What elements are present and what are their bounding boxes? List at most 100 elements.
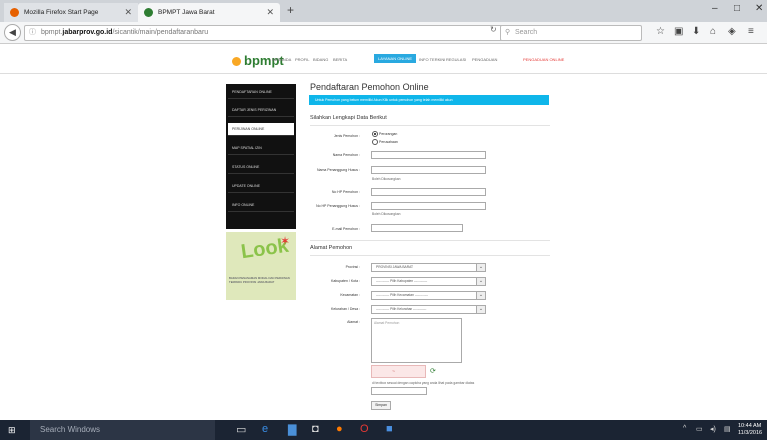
captcha-note: di textbox sesuai dengan captcha yang an…: [372, 381, 475, 385]
radio-perorangan[interactable]: Perorangan: [372, 131, 397, 137]
section-title-alamat: Alamat Pemohon: [310, 245, 353, 251]
pocket-icon[interactable]: ◈: [728, 26, 736, 37]
date: 11/3/2016: [738, 430, 763, 436]
download-icon[interactable]: ⬇: [692, 26, 700, 37]
chevron-up-icon[interactable]: ^: [683, 425, 686, 432]
taskbar-search[interactable]: Search Windows: [30, 420, 215, 440]
nav-beranda[interactable]: BERANDA: [272, 57, 291, 62]
menu-icon[interactable]: ≡: [748, 26, 754, 37]
time: 10:44 AM: [738, 423, 762, 429]
provinsi-label: Provinsi :: [345, 265, 360, 269]
chevron-down-icon: ⌄: [476, 264, 485, 271]
url-bar[interactable]: ⓘ bpmpt.jabarprov.go.id/sicantik/main/pe…: [24, 25, 504, 41]
penanggung-note: Boleh Dikosongkan: [372, 177, 401, 181]
sidebar-item-info[interactable]: INFO ONLINE: [228, 199, 294, 212]
file-explorer-icon[interactable]: ▇: [288, 423, 296, 436]
sidebar-item-map[interactable]: MAP SPATIAL IZIN: [228, 142, 294, 155]
hp-pj-label: No HP Penanggung Husus :: [316, 204, 360, 208]
bookmark-star-icon[interactable]: ☆: [656, 26, 665, 37]
logo-mark-icon: [232, 57, 241, 67]
browser-nav-bar: ◀ ⓘ bpmpt.jabarprov.go.id/sicantik/main/…: [0, 22, 767, 44]
maximize-button[interactable]: □: [734, 3, 740, 14]
task-view-icon[interactable]: ▭: [236, 423, 246, 436]
minimize-button[interactable]: –: [712, 3, 718, 14]
search-icon: ⚲: [505, 29, 511, 36]
search-placeholder: Search: [515, 29, 538, 36]
chevron-down-icon: ⌄: [476, 292, 485, 299]
tab-firefox-start[interactable]: Mozilla Firefox Start Page ✕: [4, 3, 138, 22]
section-title-data: Silahkan Lengkapi Data Berikut: [310, 115, 387, 121]
hp-field[interactable]: [371, 188, 486, 196]
email-field[interactable]: [371, 224, 463, 232]
info-banner[interactable]: Untuk Pemohon yang belum memiliki Akun K…: [309, 95, 549, 105]
sidebar-item-perijinan[interactable]: PERIJINAN ONLINE: [228, 123, 294, 136]
close-tab-icon[interactable]: ✕: [124, 3, 132, 22]
url-path: /sicantik/main/pendaftaranbaru: [112, 29, 209, 36]
close-tab-icon[interactable]: ✕: [266, 3, 274, 22]
firefox-icon: [10, 8, 19, 17]
new-tab-button[interactable]: +: [287, 3, 294, 17]
alamat-label: Alamat :: [347, 320, 360, 324]
opera-icon[interactable]: O: [360, 423, 369, 435]
sidebar-item-update[interactable]: UPDATE ONLINE: [228, 180, 294, 193]
refresh-captcha-icon[interactable]: ⟳: [430, 367, 436, 375]
captcha-image: ~: [371, 365, 426, 378]
home-icon[interactable]: ⌂: [710, 26, 716, 37]
captcha-input[interactable]: [371, 387, 427, 395]
nav-info-terkini[interactable]: INFO TERKINI: [419, 57, 445, 62]
volume-icon[interactable]: ◂): [710, 425, 716, 433]
nav-pengaduan-online[interactable]: PENGADUAN ONLINE: [523, 57, 564, 62]
nav-regulasi[interactable]: REGULASI: [446, 57, 466, 62]
store-icon[interactable]: ◘: [312, 423, 319, 435]
nav-profil[interactable]: PROFIL: [295, 57, 309, 62]
kabupaten-select[interactable]: ------------ Pilih Kabupaten -----------…: [371, 277, 486, 286]
star-icon: ✶: [280, 234, 291, 248]
submit-button[interactable]: Simpan: [371, 401, 391, 410]
search-bar[interactable]: ⚲ Search: [500, 25, 642, 41]
promo-caption: BADAN PENANAMAN MODAL DAN PERIJINAN TERP…: [229, 276, 290, 284]
firefox-taskbar-icon[interactable]: ●: [336, 423, 343, 435]
nav-pengaduan[interactable]: PENGADUAN: [472, 57, 497, 62]
page-title: Pendaftaran Pemohon Online: [310, 82, 429, 92]
penanggung-label: Nama Penanggung Husus :: [317, 168, 360, 172]
tab-title: BPMPT Jawa Barat: [158, 9, 215, 16]
sidebar-item-pendaftaran[interactable]: PENDAFTARAN ONLINE: [228, 86, 294, 99]
nama-field[interactable]: [371, 151, 486, 159]
url-domain: jabarprov.go.id: [62, 29, 113, 36]
alamat-textarea[interactable]: Alamat Pemohon: [371, 318, 462, 363]
browser-tab-bar: Mozilla Firefox Start Page ✕ BPMPT Jawa …: [0, 0, 767, 22]
app-icon[interactable]: ■: [386, 423, 393, 435]
kelurahan-select[interactable]: ------------ Pilih Kelurahan -----------…: [371, 305, 486, 314]
hp-pj-field[interactable]: [371, 202, 486, 210]
reading-list-icon[interactable]: ▣: [674, 26, 683, 37]
edge-icon[interactable]: e: [262, 423, 268, 435]
sidebar-item-daftar-jenis[interactable]: DAFTAR JENIS PERIZINAN: [228, 104, 294, 117]
windows-start-icon[interactable]: ⊞: [8, 425, 16, 436]
section-divider: [310, 240, 550, 241]
nav-bidang[interactable]: BIDANG: [313, 57, 328, 62]
jenis-label: Jenis Pemohon :: [333, 134, 360, 138]
radio-perusahaan[interactable]: Perusahaan: [372, 139, 398, 145]
site-favicon-icon: [144, 8, 153, 17]
promo-banner[interactable]: Look ✶ BADAN PENANAMAN MODAL DAN PERIJIN…: [226, 232, 296, 300]
url-prefix: bpmpt.: [41, 29, 63, 36]
reload-icon[interactable]: ↻: [490, 25, 497, 34]
chevron-down-icon: ⌄: [476, 278, 485, 285]
tab-bpmpt[interactable]: BPMPT Jawa Barat ✕: [138, 3, 280, 22]
notification-icon[interactable]: ▤: [724, 425, 731, 433]
network-icon[interactable]: ▭: [696, 425, 703, 433]
back-button[interactable]: ◀: [4, 24, 21, 41]
web-page: bpmpt BERANDA PROFIL BIDANG BERITA LAYAN…: [0, 45, 767, 412]
close-window-button[interactable]: ✕: [755, 3, 763, 14]
radio-checked-icon: [372, 131, 378, 137]
kecamatan-select[interactable]: ------------ Pilih Kecamatan -----------…: [371, 291, 486, 300]
nav-berita[interactable]: BERITA: [333, 57, 347, 62]
penanggung-field[interactable]: [371, 166, 486, 174]
kabupaten-label: Kabupaten / Kota :: [331, 279, 360, 283]
taskbar-clock[interactable]: 10:44 AM 11/3/2016: [738, 423, 762, 437]
sidebar-item-status[interactable]: STATUS ONLINE: [228, 161, 294, 174]
kelurahan-label: Kelurahan / Desa :: [331, 307, 360, 311]
nav-layanan-online[interactable]: LAYANAN ONLINE: [374, 54, 417, 63]
header-divider: [0, 73, 767, 74]
provinsi-select[interactable]: PROVINSI JAWA BARAT ⌄: [371, 263, 486, 272]
